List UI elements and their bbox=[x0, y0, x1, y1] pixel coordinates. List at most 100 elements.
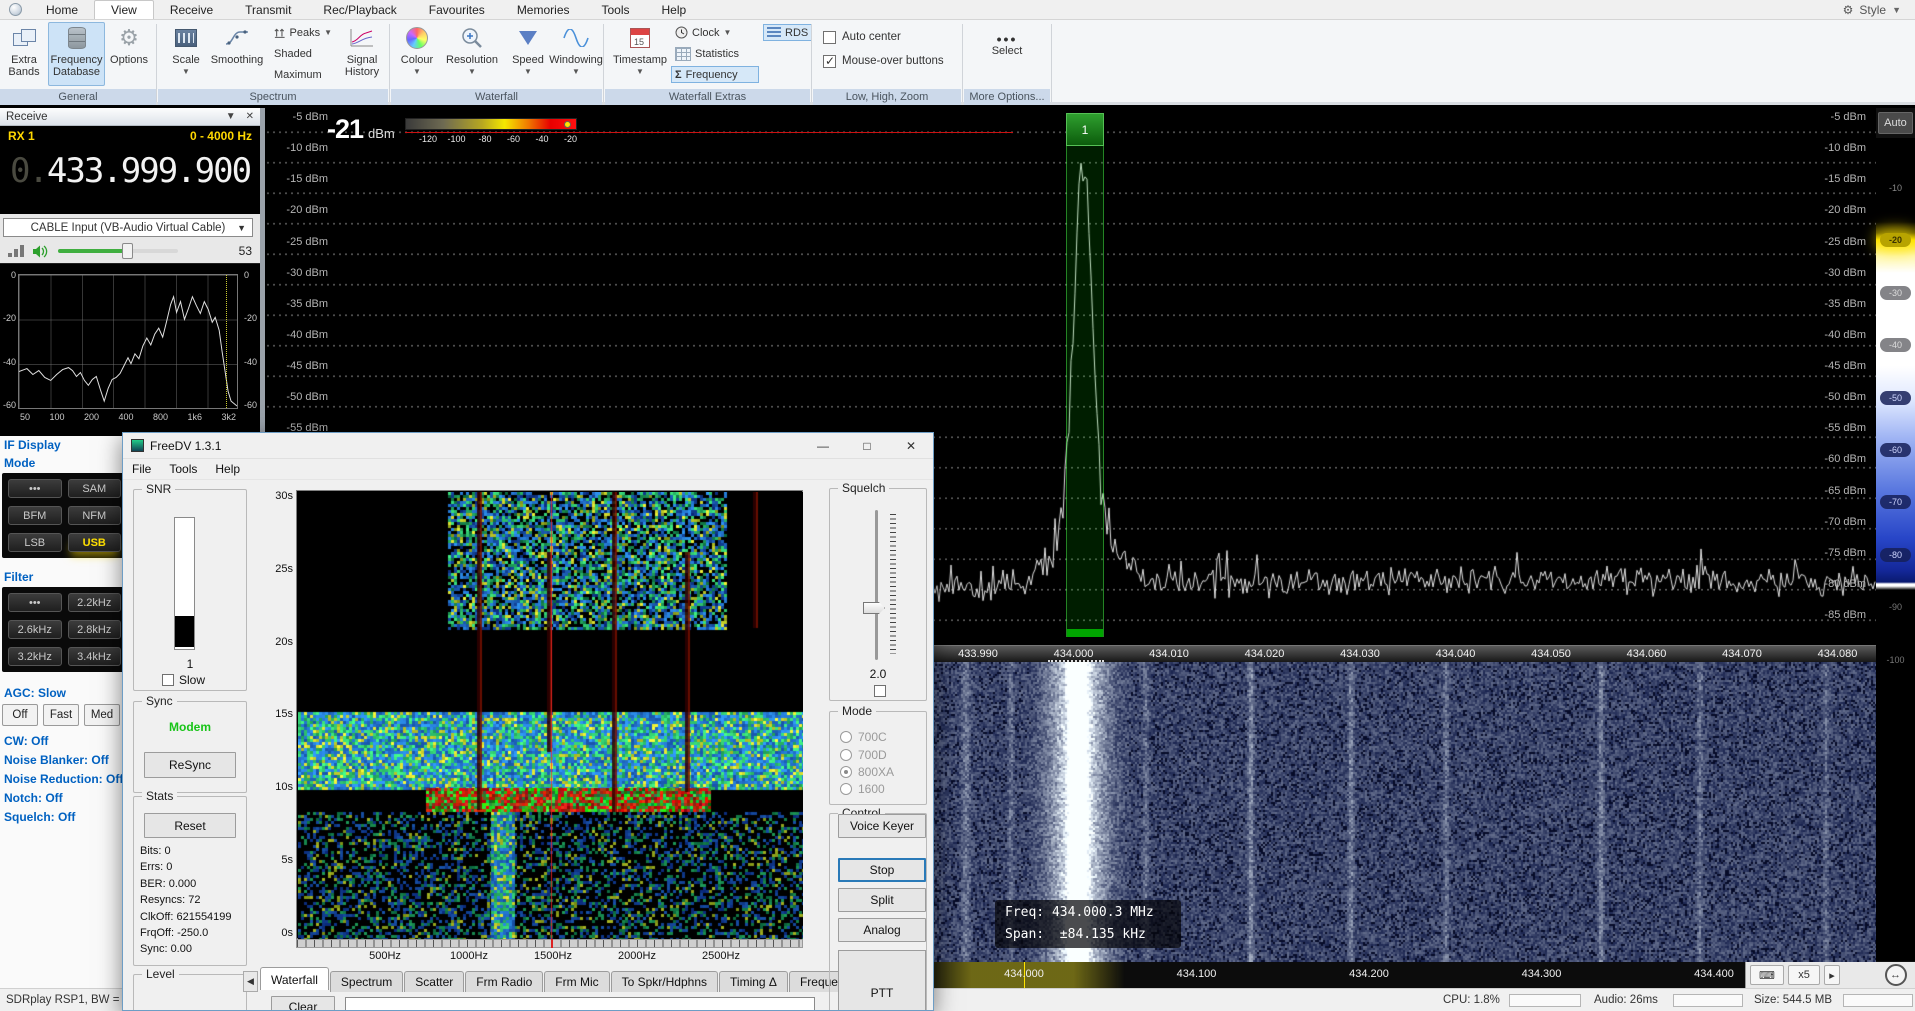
volume-slider[interactable] bbox=[58, 249, 178, 253]
ptt-button[interactable]: PTT bbox=[838, 950, 926, 1011]
range-slider-label[interactable]: -70 bbox=[1880, 495, 1911, 509]
snr-slow-checkbox[interactable]: Slow bbox=[162, 673, 205, 687]
range-gradient-slider[interactable]: -10 -20 -30 -40 -50 -60 -70 -80 -90 -100 bbox=[1876, 138, 1915, 961]
menu-item[interactable]: Memories bbox=[501, 0, 586, 19]
mode-radio[interactable]: 800XA bbox=[840, 765, 894, 779]
audio-output-select[interactable]: CABLE Input (VB-Audio Virtual Cable)▼ bbox=[3, 218, 253, 237]
range-slider-label[interactable]: -40 bbox=[1880, 338, 1911, 352]
filter-button[interactable]: 2.6kHz bbox=[8, 620, 62, 639]
freedv-titlebar[interactable]: FreeDV 1.3.1 — □ ✕ bbox=[123, 433, 933, 459]
statistics-button[interactable]: Statistics bbox=[671, 45, 759, 62]
menu-item[interactable]: Help bbox=[646, 0, 703, 19]
menu-item[interactable]: Favourites bbox=[413, 0, 501, 19]
freedv-menu-item[interactable]: File bbox=[123, 462, 160, 476]
mode-button[interactable]: BFM bbox=[8, 506, 62, 525]
timestamp-button[interactable]: Timestamp▼ bbox=[613, 22, 667, 86]
mode-radio[interactable]: 700D bbox=[840, 748, 887, 762]
resolution-button[interactable]: Resolution▼ bbox=[441, 22, 503, 86]
settings-gear-icon[interactable]: ⚙ bbox=[1843, 3, 1854, 17]
analog-button[interactable]: Analog bbox=[838, 918, 926, 942]
dsp-status-label[interactable]: Squelch: Off bbox=[4, 810, 125, 824]
squelch-checkbox[interactable] bbox=[874, 685, 886, 697]
range-slider-label[interactable]: -60 bbox=[1880, 443, 1911, 457]
reset-button[interactable]: Reset bbox=[144, 813, 236, 838]
menu-item[interactable]: Receive bbox=[154, 0, 229, 19]
freedv-tab[interactable]: Frm Radio bbox=[465, 971, 543, 992]
clear-button[interactable]: Clear bbox=[271, 996, 335, 1011]
filter-button[interactable]: 2.8kHz bbox=[68, 620, 122, 639]
mode-button[interactable]: USB bbox=[68, 533, 122, 552]
squelch-slider-handle[interactable] bbox=[863, 602, 885, 614]
stop-button[interactable]: Stop bbox=[838, 858, 926, 882]
agc-button[interactable]: Fast bbox=[43, 704, 79, 726]
menu-item[interactable]: Transmit bbox=[229, 0, 307, 19]
volume-slider-handle[interactable] bbox=[122, 243, 133, 259]
palette-marker-dot[interactable] bbox=[564, 121, 571, 128]
frequ ency-database-button[interactable]: Frequency Database bbox=[48, 22, 105, 86]
freedv-tab[interactable]: Timing Δ bbox=[719, 971, 788, 992]
app-icon[interactable] bbox=[0, 0, 30, 19]
text-output-field[interactable] bbox=[345, 997, 815, 1011]
squelch-slider-track[interactable] bbox=[875, 510, 878, 660]
select-button[interactable]: ••• Select bbox=[982, 30, 1032, 94]
freedv-tab[interactable]: Scatter bbox=[404, 971, 464, 992]
range-slider-label[interactable]: -50 bbox=[1880, 391, 1911, 405]
range-slider-label[interactable]: -30 bbox=[1880, 286, 1911, 300]
freedv-menu-item[interactable]: Tools bbox=[160, 462, 206, 476]
agc-button[interactable]: Off bbox=[2, 704, 38, 726]
filter-button[interactable]: ••• bbox=[8, 593, 62, 612]
clock-button[interactable]: Clock▼ bbox=[671, 24, 759, 41]
freedv-waterfall-plot[interactable] bbox=[296, 490, 803, 939]
shaded-button[interactable]: Shaded bbox=[270, 45, 336, 62]
split-button[interactable]: Split bbox=[838, 888, 926, 912]
auto-range-button[interactable]: Auto bbox=[1878, 112, 1913, 134]
range-slider-label[interactable]: -20 bbox=[1880, 233, 1911, 247]
options-button[interactable]: ⚙ Options bbox=[107, 22, 151, 86]
mode-radio[interactable]: 700C bbox=[840, 730, 887, 744]
freedv-tab[interactable]: Frm Mic bbox=[544, 971, 609, 992]
receive-panel-header[interactable]: Receive ▼ ✕ bbox=[0, 108, 260, 126]
frequency-button[interactable]: Σ Frequency bbox=[671, 66, 759, 83]
menu-item[interactable]: Rec/Playback bbox=[307, 0, 412, 19]
level-bars-icon[interactable] bbox=[8, 245, 24, 257]
tuned-frequency[interactable]: 0.433.999.900 bbox=[0, 151, 260, 191]
pan-reset-button[interactable]: ↔ bbox=[1885, 964, 1907, 986]
tab-scroll-left-button[interactable]: ◀ bbox=[243, 971, 258, 992]
menu-item[interactable]: Home bbox=[30, 0, 94, 19]
range-slider-label[interactable]: -10 bbox=[1880, 181, 1911, 195]
voice-keyer-button[interactable]: Voice Keyer bbox=[838, 814, 926, 838]
freedv-window[interactable]: FreeDV 1.3.1 — □ ✕ FileToolsHelp SNR 1 S… bbox=[122, 432, 934, 1011]
close-button[interactable]: ✕ bbox=[889, 433, 933, 458]
speaker-icon[interactable] bbox=[32, 244, 50, 259]
signal-history-button[interactable]: Signal History bbox=[338, 22, 386, 86]
dsp-status-label[interactable]: Noise Blanker: Off bbox=[4, 753, 125, 767]
windowing-button[interactable]: Windowing▼ bbox=[552, 22, 600, 86]
waterfall-palette-bar[interactable] bbox=[405, 118, 577, 130]
speed-button[interactable]: Speed▼ bbox=[506, 22, 550, 86]
mode-button[interactable]: NFM bbox=[68, 506, 122, 525]
scale-button[interactable]: Scale▼ bbox=[165, 22, 207, 86]
maximum-button[interactable]: Maximum bbox=[270, 66, 336, 83]
dsp-status-label[interactable]: CW: Off bbox=[4, 734, 125, 748]
freedv-menu-item[interactable]: Help bbox=[206, 462, 249, 476]
colour-button[interactable]: Colour▼ bbox=[395, 22, 439, 86]
dsp-status-label[interactable]: Notch: Off bbox=[4, 791, 125, 805]
range-slider-label[interactable]: -80 bbox=[1880, 548, 1911, 562]
mode-radio[interactable]: 1600 bbox=[840, 782, 885, 796]
range-slider-label[interactable]: -100 bbox=[1880, 653, 1911, 667]
mode-button[interactable]: ••• bbox=[8, 479, 62, 498]
zoom-level-button[interactable]: x5 bbox=[1788, 965, 1820, 985]
rx-marker-1[interactable]: 1 bbox=[1066, 113, 1104, 146]
filter-button[interactable]: 3.2kHz bbox=[8, 647, 62, 666]
mouse-over-buttons-checkbox[interactable]: Mouse-over buttons bbox=[823, 52, 944, 70]
filter-button[interactable]: 2.2kHz bbox=[68, 593, 122, 612]
dsp-status-label[interactable]: Noise Reduction: Off bbox=[4, 772, 125, 786]
smoothing-button[interactable]: Smoothing bbox=[208, 22, 266, 86]
panel-close-icon[interactable]: ✕ bbox=[246, 111, 254, 122]
rds-button[interactable]: RDS bbox=[763, 24, 812, 41]
extra-bands-button[interactable]: Extra Bands bbox=[2, 22, 46, 86]
agc-button[interactable]: Med bbox=[84, 704, 120, 726]
maximize-button[interactable]: □ bbox=[845, 433, 889, 458]
range-slider-label[interactable]: -90 bbox=[1880, 600, 1911, 614]
mode-button[interactable]: SAM bbox=[68, 479, 122, 498]
